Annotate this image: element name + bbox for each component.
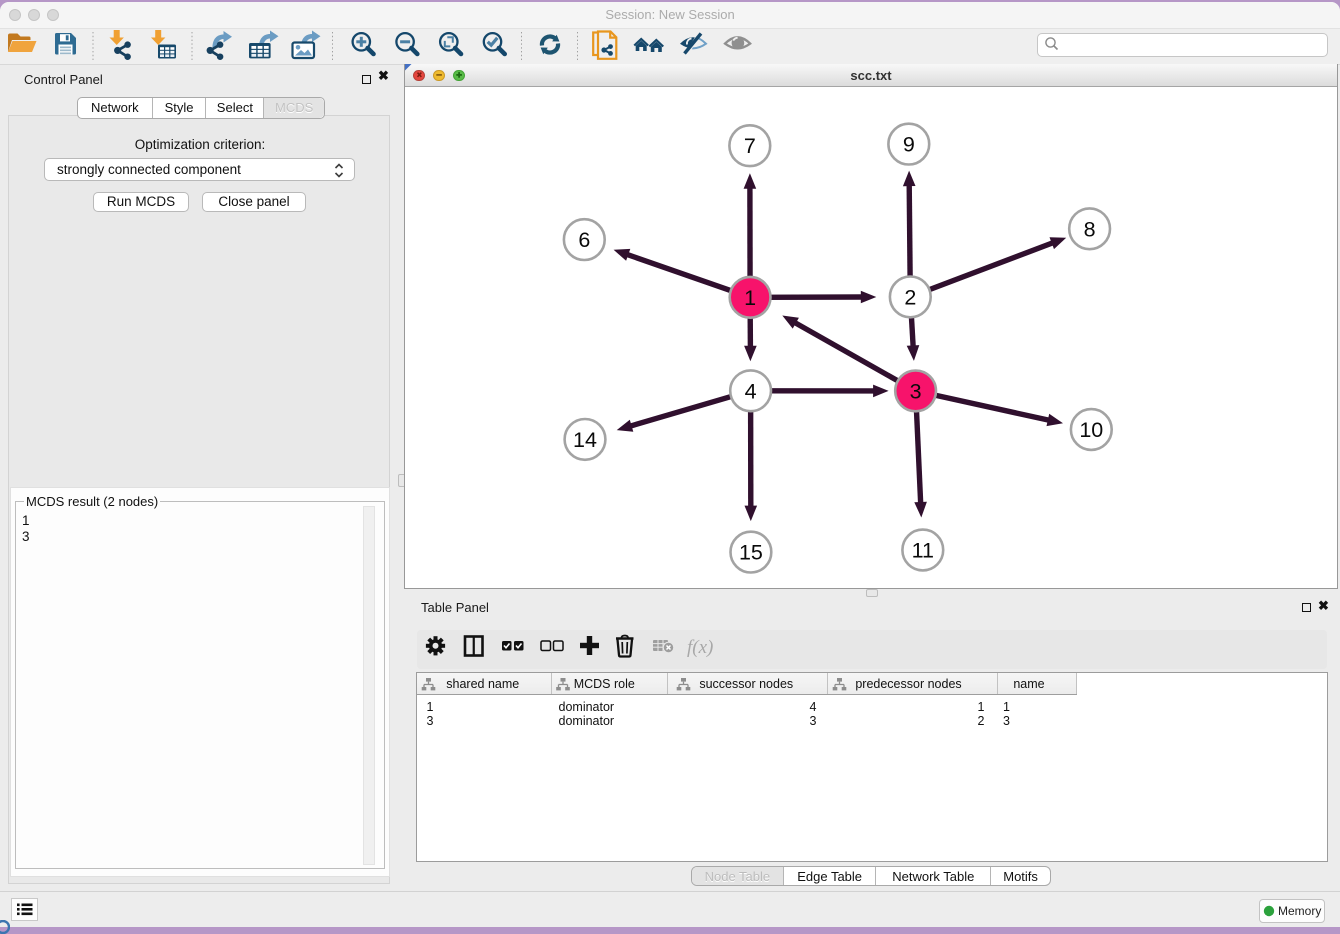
svg-text:1: 1 bbox=[744, 286, 756, 310]
svg-text:14: 14 bbox=[573, 428, 597, 452]
svg-text:15: 15 bbox=[739, 541, 763, 565]
svg-text:4: 4 bbox=[745, 379, 757, 403]
svg-text:8: 8 bbox=[1084, 217, 1096, 241]
svg-text:3: 3 bbox=[910, 379, 922, 403]
svg-text:7: 7 bbox=[744, 134, 756, 158]
svg-text:11: 11 bbox=[912, 539, 934, 563]
svg-text:10: 10 bbox=[1079, 418, 1103, 442]
svg-text:2: 2 bbox=[904, 285, 916, 309]
svg-text:9: 9 bbox=[903, 133, 915, 157]
svg-text:f(x): f(x) bbox=[687, 637, 713, 658]
svg-text:6: 6 bbox=[578, 228, 590, 252]
